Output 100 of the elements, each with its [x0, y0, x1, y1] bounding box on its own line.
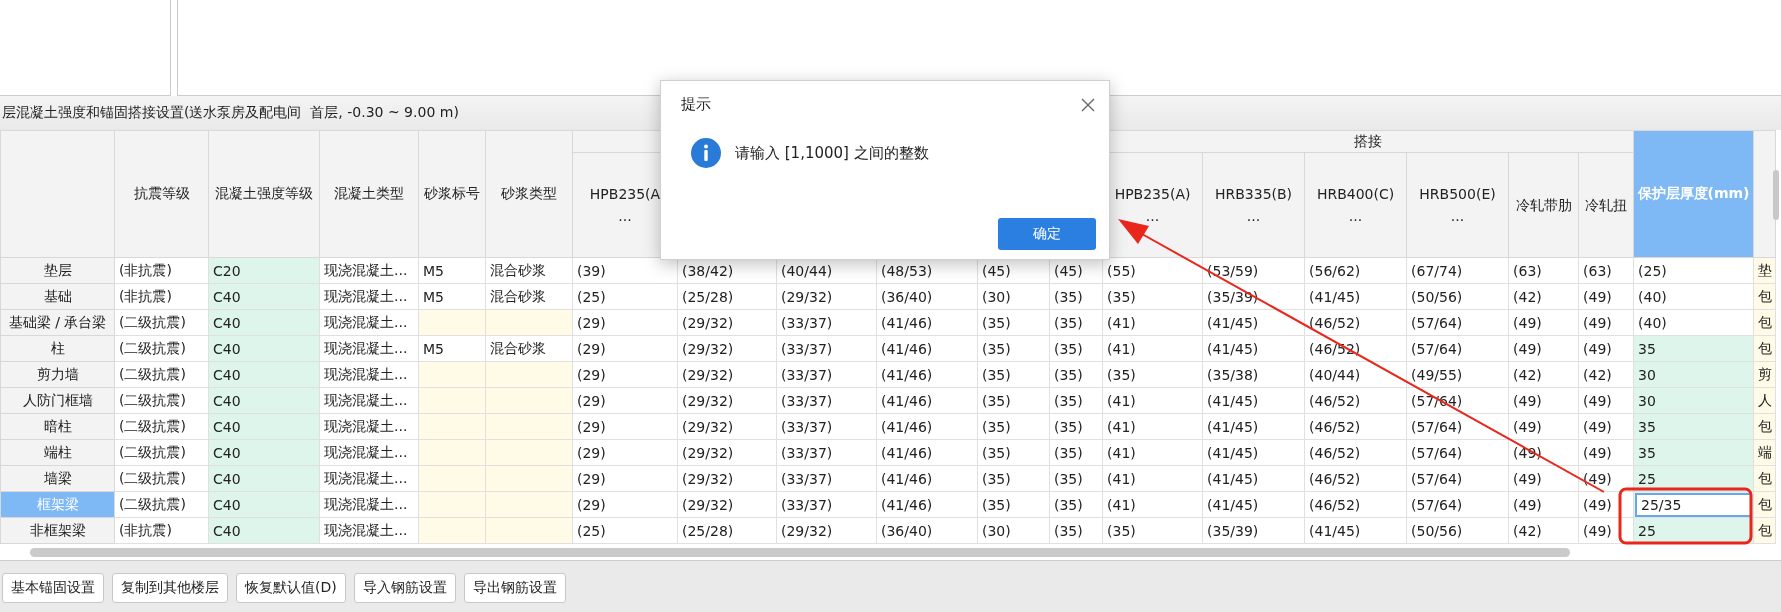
table-cell: 现浇混凝土... [319, 413, 419, 440]
table-cell: (49) [1578, 309, 1634, 336]
table-cell: C20 [208, 257, 320, 284]
row-header[interactable]: 柱 [0, 335, 115, 362]
table-cell: (29) [572, 491, 678, 518]
table-cell: (35) [977, 413, 1050, 440]
table-cell: (29) [572, 335, 678, 362]
table-cell: (57/64) [1406, 465, 1509, 492]
table-cell: (49) [1578, 491, 1634, 518]
table-cell: (33/37) [776, 309, 877, 336]
table-cell: (49) [1578, 465, 1634, 492]
scrollbar-thumb[interactable] [30, 547, 1570, 557]
table-cell: (29/32) [677, 439, 777, 466]
table-cell: (二级抗震) [114, 387, 209, 414]
close-icon[interactable] [1081, 97, 1095, 112]
table-cell: (二级抗震) [114, 413, 209, 440]
column-header: HRB400(C) ... [1304, 152, 1407, 258]
table-cell: (63) [1578, 257, 1634, 284]
row-header[interactable]: 垫层 [0, 257, 115, 284]
action-button[interactable]: 基本锚固设置 [2, 572, 104, 603]
table-cell: C40 [208, 283, 320, 310]
table-cell: (41) [1102, 387, 1203, 414]
column-header: HRB500(E) ... [1406, 152, 1509, 258]
table-cell: (29/32) [776, 517, 877, 544]
row-header[interactable]: 基础梁 / 承台梁 [0, 309, 115, 336]
table-cell: C40 [208, 361, 320, 388]
table-cell: (35) [977, 361, 1050, 388]
table-cell: (46/52) [1304, 413, 1407, 440]
table-cell: (41/45) [1202, 413, 1305, 440]
table-cell: (41) [1102, 413, 1203, 440]
table-cell: (57/64) [1406, 439, 1509, 466]
table-cell: (29/32) [677, 387, 777, 414]
table-cell: (49) [1578, 283, 1634, 310]
row-header[interactable]: 暗柱 [0, 413, 115, 440]
table-cell: (40) [1633, 283, 1754, 310]
table-cell: C40 [208, 517, 320, 544]
table-cell: 现浇混凝土... [319, 439, 419, 466]
table-cell: (二级抗震) [114, 309, 209, 336]
row-header[interactable]: 非框架梁 [0, 517, 115, 544]
action-button[interactable]: 导出钢筋设置 [463, 572, 566, 603]
row-header[interactable]: 墙梁 [0, 465, 115, 492]
action-button[interactable]: 导入钢筋设置 [353, 572, 456, 603]
table-cell: (41/46) [876, 361, 978, 388]
table-cell: (41/46) [876, 439, 978, 466]
table-cell: (36/40) [876, 283, 978, 310]
table-cell: (46/52) [1304, 309, 1407, 336]
table-cell: (25) [572, 283, 678, 310]
action-button[interactable]: 恢复默认值(D) [236, 572, 346, 603]
table-cell: (29) [572, 439, 678, 466]
table-cell: (50/56) [1406, 283, 1509, 310]
table-cell: (63) [1508, 257, 1579, 284]
table-cell: (40) [1633, 309, 1754, 336]
table-cell: (25/28) [677, 283, 777, 310]
table-cell: (29/32) [677, 309, 777, 336]
table-cell: (57/64) [1406, 335, 1509, 362]
column-header: HRB335(B) ... [1202, 152, 1305, 258]
table-cell: (35) [1049, 335, 1103, 362]
table-cell: (25) [572, 517, 678, 544]
table-cell: (46/52) [1304, 439, 1407, 466]
table-cell: 现浇混凝土... [319, 257, 419, 284]
column-header: 混凝土类型 [319, 130, 419, 258]
table-cell: (35) [977, 439, 1050, 466]
row-header[interactable]: 人防门框墙 [0, 387, 115, 414]
table-cell: (35) [1049, 465, 1103, 492]
action-button[interactable]: 复制到其他楼层 [112, 572, 228, 603]
table-cell: (41) [1102, 335, 1203, 362]
table-cell: (35) [977, 309, 1050, 336]
table-cell: (29/32) [677, 465, 777, 492]
table-cell: C40 [208, 413, 320, 440]
table-cell: 现浇混凝土... [319, 283, 419, 310]
row-header[interactable]: 基础 [0, 283, 115, 310]
table-cell: (49) [1508, 491, 1579, 518]
table-cell: M5 [418, 257, 486, 284]
table-cell: (35) [1102, 361, 1203, 388]
table-cell: (25/28) [677, 517, 777, 544]
scrollbar-thumb[interactable] [1773, 170, 1779, 220]
table-cell: M5 [418, 335, 486, 362]
dialog-message: 请输入 [1,1000] 之间的整数 [735, 143, 929, 163]
table-cell: (41/45) [1202, 309, 1305, 336]
table-cell: (40/44) [1304, 361, 1407, 388]
dialog-title: 提示 [681, 95, 711, 114]
column-header: 冷轧带肋 [1508, 152, 1579, 258]
cell-editor[interactable]: 25/35 [1635, 492, 1753, 517]
table-cell: 35 [1633, 335, 1754, 362]
table-cell: 现浇混凝土... [319, 335, 419, 362]
row-header[interactable]: 剪力墙 [0, 361, 115, 388]
table-cell: (49) [1508, 465, 1579, 492]
table-cell: (35) [1049, 283, 1103, 310]
column-header: 砂浆类型 [485, 130, 573, 258]
table-cell: (41/45) [1304, 517, 1407, 544]
table-cell: (35) [1102, 283, 1203, 310]
table-cell: (50/56) [1406, 517, 1509, 544]
table-cell: (29/32) [677, 335, 777, 362]
ok-button[interactable]: 确定 [998, 218, 1096, 250]
panel-title: 层混凝土强度和锚固搭接设置(送水泵房及配电间 首层, -0.30 ~ 9.00 m) [2, 104, 459, 122]
column-header: 抗震等级 [114, 130, 209, 258]
row-header[interactable]: 端柱 [0, 439, 115, 466]
table-cell: (41/45) [1202, 335, 1305, 362]
table-cell: (非抗震) [114, 257, 209, 284]
table-cell: (35) [1049, 387, 1103, 414]
